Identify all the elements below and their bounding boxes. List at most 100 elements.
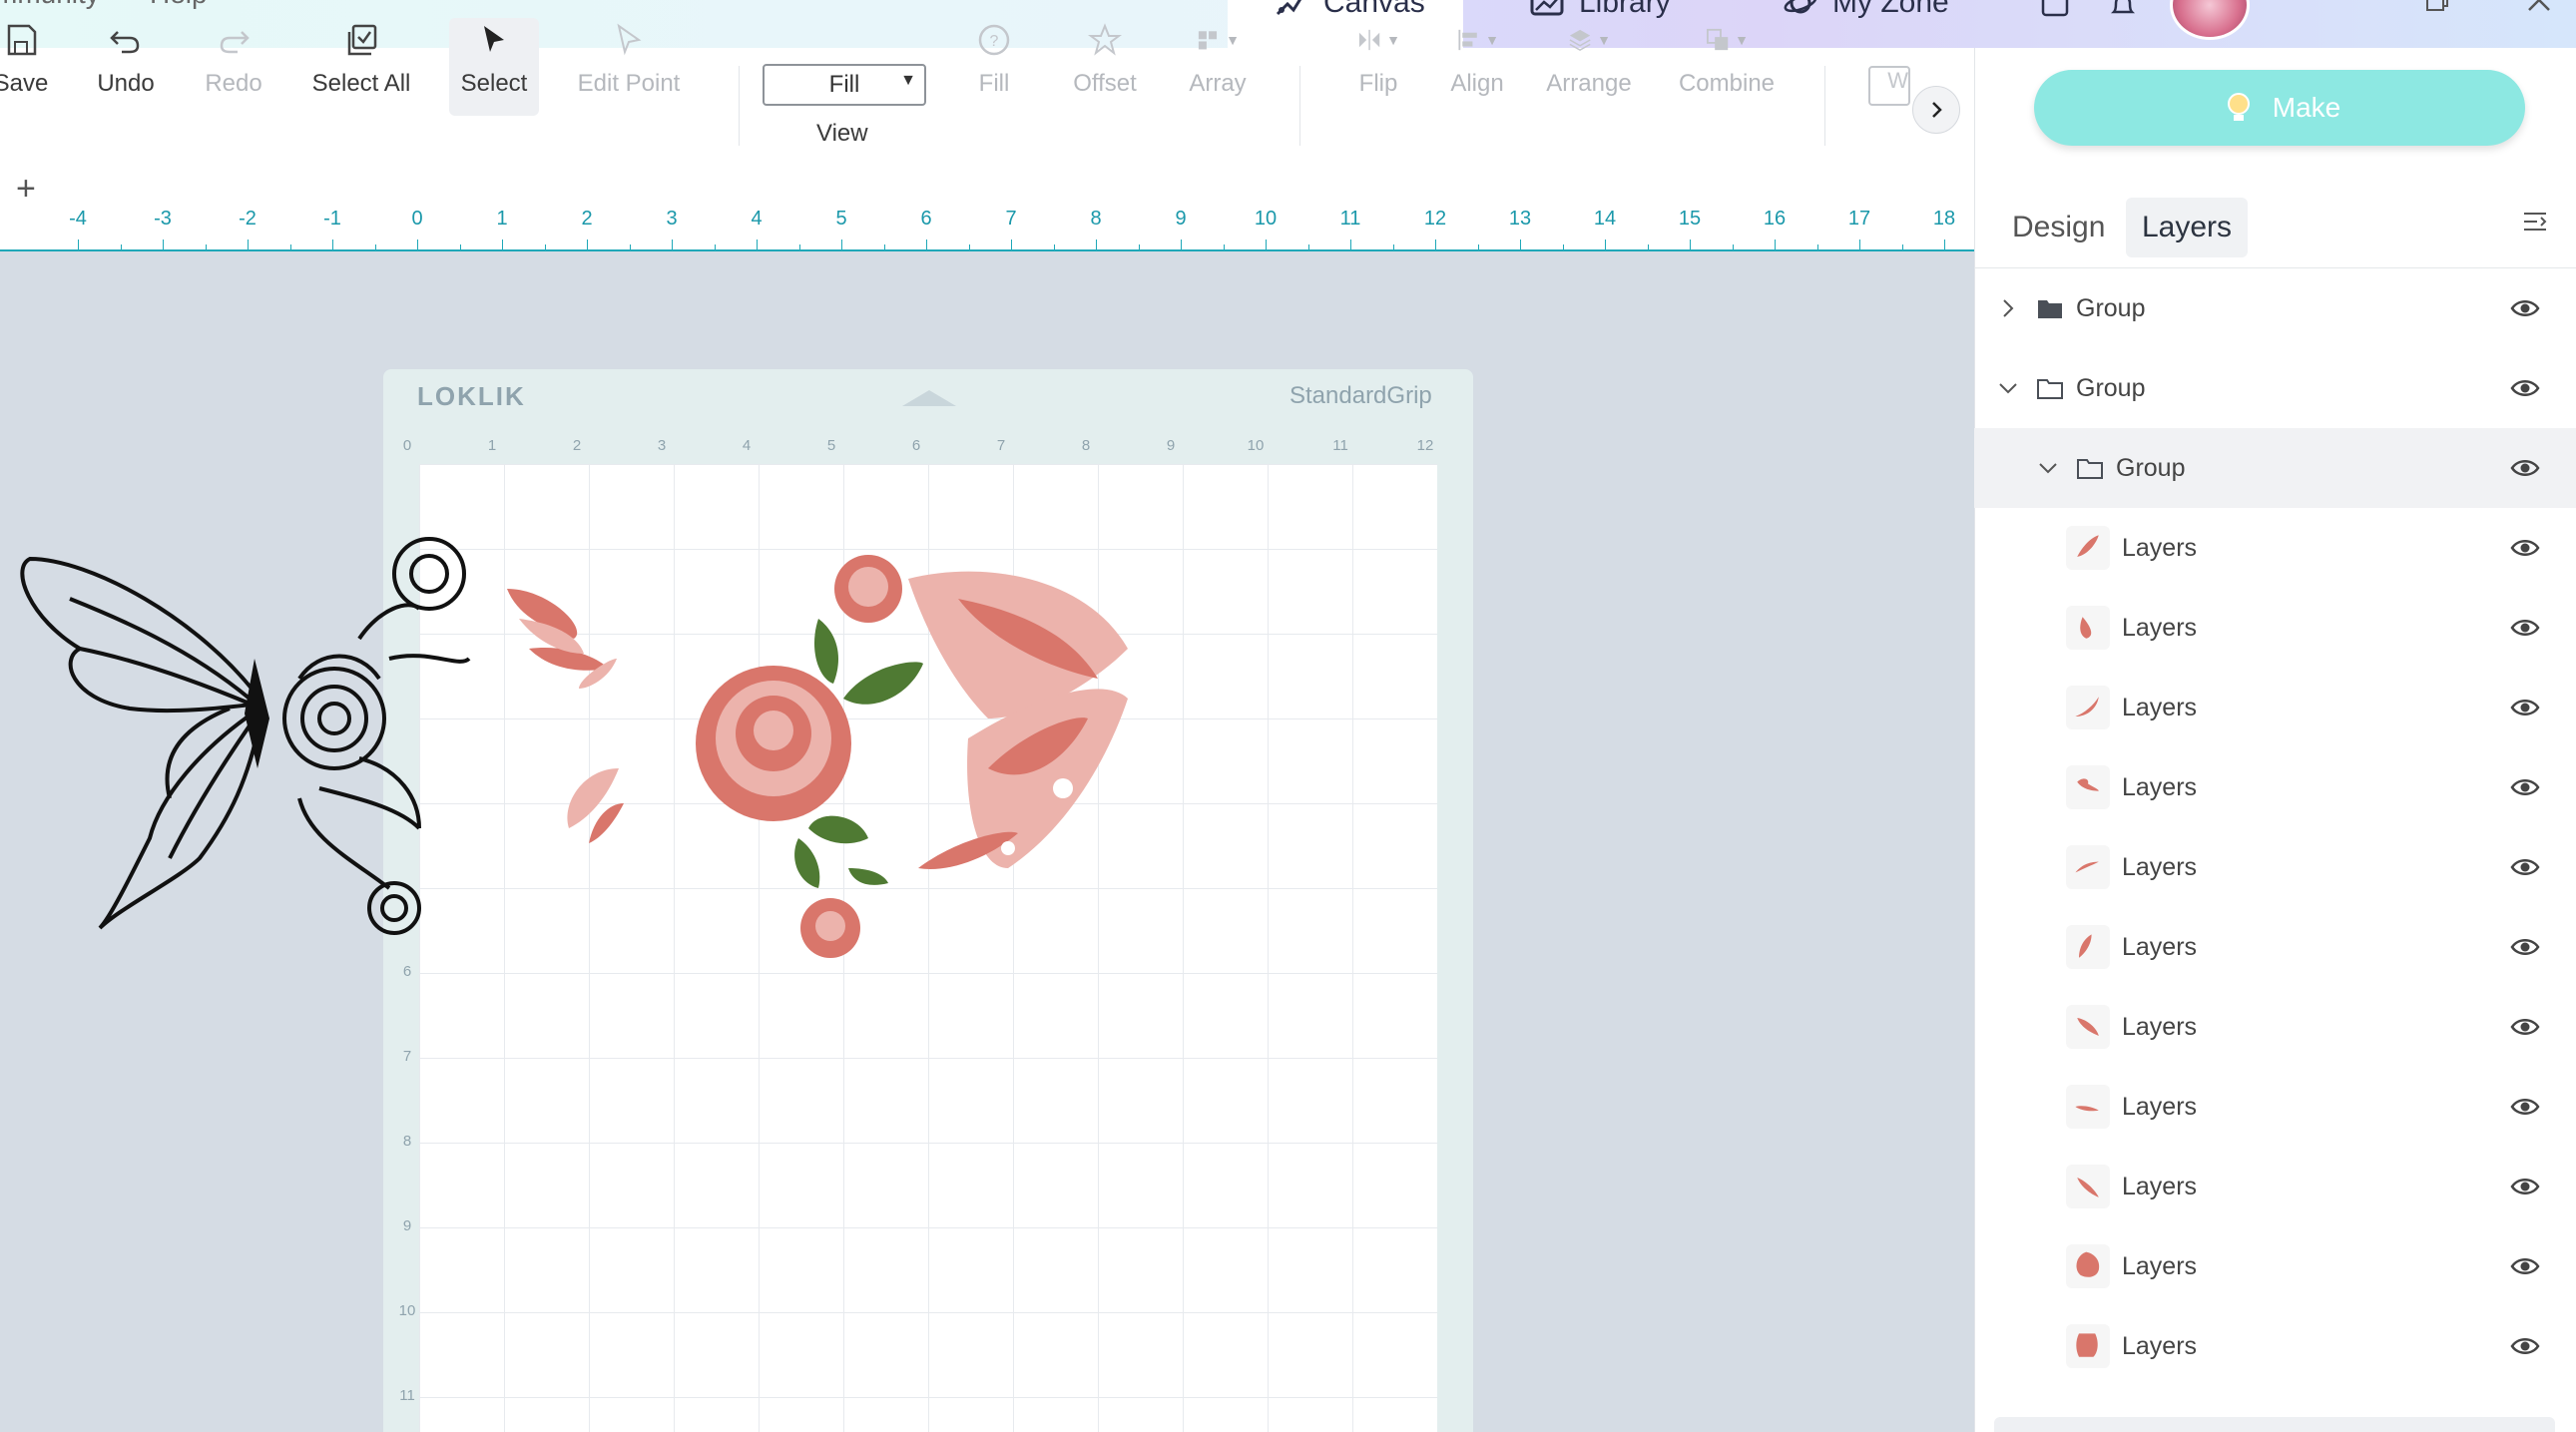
eye-icon[interactable] [2510,294,2540,322]
array-label: Array [1189,70,1247,97]
layer-row[interactable]: Layers [1974,987,2576,1067]
planet-icon [1784,0,1817,14]
select-all-button[interactable]: Select All [299,18,423,116]
fill-button[interactable]: ? Fill [958,18,1030,116]
redo-button[interactable]: Redo [194,18,273,116]
ruler-label: 12 [1423,208,1447,230]
mat-top-label: 2 [572,437,582,454]
eye-icon[interactable] [2510,534,2540,562]
layer-row[interactable]: Layers [1974,1306,2576,1386]
eye-icon[interactable] [2510,374,2540,402]
help-circle-icon: ? [978,24,1010,56]
ruler-minor-tick [1223,244,1225,249]
eye-icon[interactable] [2510,773,2540,801]
tab-layers[interactable]: Layers [2126,198,2249,257]
view-mode-select[interactable]: Fill ▼ [763,64,926,106]
view-mode-value: Fill [828,71,860,98]
mat-top-label: 3 [657,437,667,454]
ruler-label: 2 [581,208,593,230]
eye-icon[interactable] [2510,1252,2540,1280]
combine-icon [1706,28,1729,51]
layer-row[interactable]: Layers [1974,588,2576,668]
tab-design[interactable]: Design [1996,198,2121,257]
flip-button[interactable]: ▼ Flip [1343,18,1413,116]
layer-thumbnail [2066,845,2110,889]
make-button[interactable]: Make [2034,70,2525,146]
eye-icon[interactable] [2510,454,2540,482]
ruler-label: 14 [1593,208,1617,230]
make-label: Make [2272,92,2341,123]
layer-row[interactable]: Layers [1974,1226,2576,1306]
toolbar-next-button[interactable] [1912,86,1960,134]
rose-butterfly-color-design[interactable] [489,539,1168,978]
menu-community[interactable]: mmunity [0,0,100,10]
undo-button[interactable]: Undo [86,18,166,116]
layer-label: Layers [2122,1012,2198,1041]
array-button[interactable]: ▼ Array [1178,18,1258,116]
chevron-right-icon[interactable] [1996,296,2020,320]
weld-label-partial: W [1887,68,1908,93]
chevron-down-icon[interactable] [2036,456,2060,480]
horizontal-ruler: -4 -3 -2 -1 0 1 2 3 4 5 6 7 8 9 10 11 12 13 14 15 16 17 18 [0,204,1988,251]
eye-icon[interactable] [2510,1093,2540,1121]
panel-collapse-icon[interactable] [2521,208,2549,236]
eye-icon[interactable] [2510,694,2540,721]
combine-button[interactable]: ▼ Combine [1669,18,1785,116]
ruler-label: 9 [1175,208,1187,230]
layer-row[interactable]: Layers [1974,747,2576,827]
tab-library[interactable]: Library [1529,0,1671,20]
eye-icon[interactable] [2510,933,2540,961]
ruler-tick [926,239,927,249]
ruler-label: 5 [835,208,847,230]
ruler-label: 7 [1005,208,1017,230]
ruler-minor-tick [544,244,546,249]
layer-row[interactable]: Layers [1974,1147,2576,1226]
select-all-label: Select All [311,70,411,97]
layer-thumbnail [2066,765,2110,809]
chevron-right-icon [1932,102,1942,118]
eye-icon[interactable] [2510,614,2540,642]
message-icon[interactable] [2040,0,2070,22]
tab-canvas[interactable]: Canvas [1274,0,1425,20]
eye-icon[interactable] [2510,1173,2540,1200]
align-icon [1458,29,1477,51]
layer-row[interactable]: Layers [1974,668,2576,747]
layer-group-row[interactable]: Group [1974,268,2576,348]
menu-help[interactable]: Help [150,0,208,10]
mat-side-label: 8 [402,1133,412,1150]
align-button[interactable]: ▼ Align [1441,18,1513,116]
select-button[interactable]: Select [449,18,539,116]
layer-thumbnail [2066,1165,2110,1208]
layer-row[interactable]: Layers [1974,508,2576,588]
eye-icon[interactable] [2510,853,2540,881]
eye-icon[interactable] [2510,1013,2540,1041]
offset-label: Offset [1073,70,1137,97]
mat-side-label: 9 [402,1217,412,1234]
eye-icon[interactable] [2510,1332,2540,1360]
weld-button-partial[interactable]: W [1868,66,1910,106]
layer-row[interactable]: Layers [1974,1067,2576,1147]
layer-row[interactable]: Layers [1974,827,2576,907]
chevron-down-icon[interactable] [1996,376,2020,400]
array-grid-icon [1198,31,1218,50]
butterfly-rose-outline-design[interactable] [0,499,499,968]
ruler-minor-tick [883,244,885,249]
edit-point-button[interactable]: Edit Point [569,18,689,116]
offset-button[interactable]: Offset [1064,18,1146,116]
layer-group-row[interactable]: Group [1974,348,2576,428]
add-plus-icon[interactable]: + [16,172,36,206]
tab-my-zone[interactable]: My Zone [1783,0,1949,20]
ruler-tick [502,239,503,249]
arrange-button[interactable]: ▼ Arrange [1541,18,1637,116]
bell-icon[interactable] [2108,0,2138,20]
save-button[interactable]: Save [0,18,54,116]
close-window-icon[interactable] [2525,0,2553,14]
restore-window-icon[interactable] [2423,0,2451,14]
mat-load-arrow-icon [902,390,956,406]
ruler-tick [1944,239,1945,249]
panel-bottom-bar [1994,1417,2555,1432]
ruler-corner-strip [0,168,1974,204]
save-label: Save [0,70,49,97]
layer-group-row[interactable]: Group [1974,428,2576,508]
layer-row[interactable]: Layers [1974,907,2576,987]
